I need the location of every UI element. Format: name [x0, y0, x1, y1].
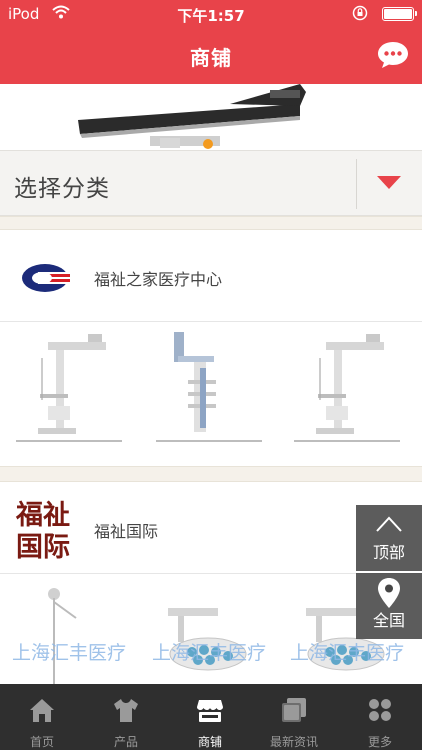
tab-label: 商铺 [197, 735, 222, 749]
product-thumb[interactable] [148, 578, 270, 684]
svg-text:国际: 国际 [16, 532, 70, 560]
divider [156, 440, 262, 442]
tab-label: 更多 [367, 735, 392, 749]
watermark-text: 上海汇丰医疗 [12, 642, 127, 664]
product-thumb[interactable] [286, 328, 408, 446]
pendant-product-image [316, 334, 384, 434]
product-thumb[interactable] [8, 578, 130, 684]
tab-stores[interactable]: 商铺 [168, 684, 252, 750]
section-spacer [0, 466, 422, 482]
watermark-text: 上海汇丰医疗 [152, 642, 267, 664]
divider [16, 440, 122, 442]
status-bar: iPod 下午1:57 [0, 0, 422, 28]
shop-name: 福祉之家医疗中心 [94, 270, 223, 289]
category-dropdown-toggle[interactable] [357, 151, 422, 215]
divider [294, 440, 400, 442]
back-to-top-button[interactable]: 顶部 [356, 505, 422, 571]
tab-more[interactable]: 更多 [338, 684, 422, 750]
store-icon [197, 700, 223, 722]
tab-label: 最新资讯 [269, 735, 318, 749]
product-row-1 [0, 322, 422, 448]
battery-icon [382, 7, 417, 21]
home-icon [30, 699, 54, 722]
surgical-light-image [48, 588, 77, 684]
chat-button[interactable] [376, 40, 410, 70]
product-thumb[interactable] [148, 328, 270, 446]
pendant-product-image [174, 332, 216, 432]
tab-products[interactable]: 产品 [84, 684, 168, 750]
more-icon [369, 699, 391, 721]
back-to-top-label: 顶部 [372, 543, 405, 562]
nav-bar: 商铺 [0, 28, 422, 84]
pendant-product-image [38, 334, 106, 434]
watermark-text: 上海汇丰医疗 [290, 642, 405, 664]
rotation-lock-icon [352, 5, 368, 25]
surgical-light-image [168, 608, 247, 671]
operating-table-image [78, 84, 306, 149]
tab-home[interactable]: 首页 [0, 684, 84, 750]
location-pin-icon [378, 578, 400, 608]
shirt-icon [114, 699, 138, 722]
category-selector[interactable]: 选择分类 [0, 150, 422, 216]
shop-header-1[interactable]: 福祉之家医疗中心 [0, 230, 422, 322]
dropdown-arrow-icon [377, 176, 401, 189]
shop-logo [14, 244, 78, 308]
section-spacer [0, 216, 422, 230]
shop-logo: 福祉 国际 [14, 494, 80, 563]
banner-image[interactable] [0, 84, 422, 150]
tab-label: 首页 [29, 735, 54, 749]
news-icon [282, 698, 306, 722]
shop-name: 福祉国际 [94, 522, 159, 541]
svg-text:福祉: 福祉 [15, 500, 70, 531]
nationwide-label: 全国 [372, 611, 405, 630]
product-thumb[interactable] [8, 328, 130, 446]
chevron-up-icon [376, 516, 402, 532]
chat-bubble-icon [378, 42, 408, 68]
category-label: 选择分类 [14, 176, 110, 202]
page-title: 商铺 [190, 46, 232, 70]
nationwide-button[interactable]: 全国 [356, 573, 422, 639]
tab-label: 产品 [113, 735, 138, 749]
tab-bar: 首页 产品 商铺 最新资讯 更多 [0, 684, 422, 750]
tab-news[interactable]: 最新资讯 [252, 684, 336, 750]
